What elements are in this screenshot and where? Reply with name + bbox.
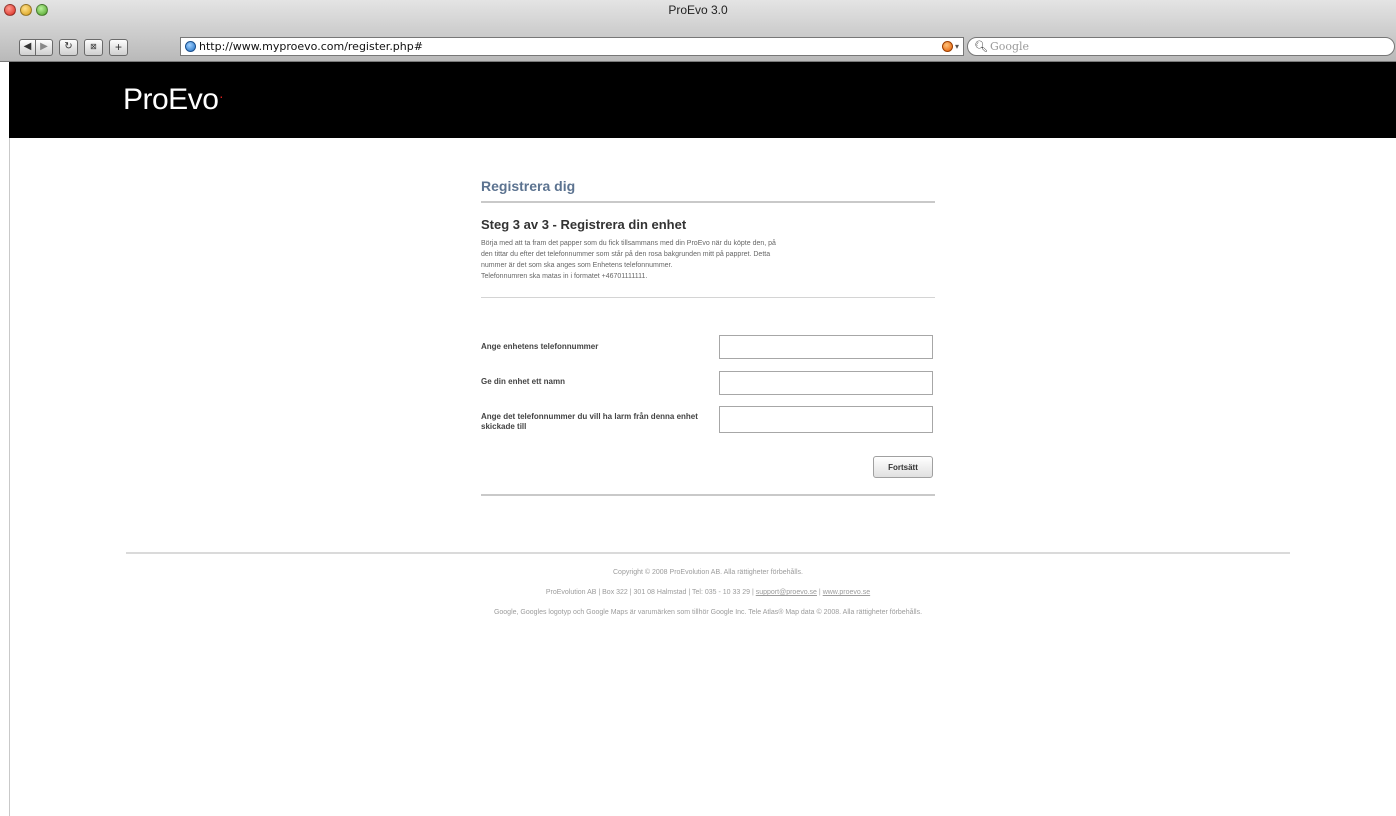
intro-line: Telefonnumren ska matas in i formatet +4… xyxy=(481,273,648,280)
back-arrow-icon: ◀ xyxy=(23,41,32,52)
reload-button[interactable]: ↻ xyxy=(59,38,78,56)
rss-feed-icon[interactable] xyxy=(941,41,953,52)
support-email-link[interactable]: support@proevo.se xyxy=(756,589,817,596)
divider xyxy=(481,494,935,496)
device-name-input[interactable] xyxy=(719,371,933,395)
copyright-text: Copyright © 2008 ProEvolution AB. Alla r… xyxy=(613,569,803,576)
snapback-icon: ⊠ xyxy=(90,42,97,51)
address-bar-actions: ▾ xyxy=(941,41,959,52)
maps-notice: Google, Googles logotyp och Google Maps … xyxy=(493,609,923,616)
intro-line: den tittar du efter det telefonnummer so… xyxy=(481,251,771,258)
browser-chrome: ProEvo 3.0 ◀ ▶ ↻ ⊠ + http://www.myproevo… xyxy=(0,0,1396,62)
intro-line: Börja med att ta fram det papper som du … xyxy=(481,240,776,247)
plus-icon: + xyxy=(114,40,122,54)
form-row-device-phone: Ange enhetens telefonnummer xyxy=(481,335,935,370)
logo-mark: . xyxy=(219,85,223,101)
alarm-phone-input[interactable] xyxy=(719,406,933,433)
forward-arrow-icon: ▶ xyxy=(40,41,48,52)
proevo-logo[interactable]: ProEvo. xyxy=(123,83,223,117)
site-header: ProEvo. xyxy=(9,62,1396,138)
dropdown-arrow-icon[interactable]: ▾ xyxy=(955,42,959,51)
step-title: Steg 3 av 3 - Registrera din enhet xyxy=(481,217,687,232)
footer: Copyright © 2008 ProEvolution AB. Alla r… xyxy=(0,563,1396,623)
alarm-phone-label: Ange det telefonnummer du vill ha larm f… xyxy=(481,412,698,431)
address-bar[interactable]: http://www.myproevo.com/register.php# ▾ xyxy=(180,37,964,56)
registration-panel: Registrera dig Steg 3 av 3 - Registrera … xyxy=(481,178,935,496)
url-text[interactable]: http://www.myproevo.com/register.php# xyxy=(199,40,423,53)
company-address: ProEvolution AB | Box 322 | 301 08 Halms… xyxy=(0,583,1396,603)
browser-toolbar: ◀ ▶ ↻ ⊠ + xyxy=(19,37,128,57)
logo-text: ProEvo xyxy=(123,83,219,116)
search-placeholder: Google xyxy=(989,40,1030,53)
magnifier-icon[interactable]: 🔍︎ xyxy=(974,40,988,53)
form-row-alarm-phone: Ange det telefonnummer du vill ha larm f… xyxy=(481,405,935,440)
device-phone-label: Ange enhetens telefonnummer xyxy=(481,342,599,351)
back-button[interactable]: ◀ xyxy=(19,38,36,56)
page-title: Registrera dig xyxy=(481,178,935,203)
device-name-label: Ge din enhet ett namn xyxy=(481,377,566,386)
website-link[interactable]: www.proevo.se xyxy=(823,589,870,596)
footer-separator: | xyxy=(818,589,821,596)
device-phone-input[interactable] xyxy=(719,335,933,359)
registration-form: Ange enhetens telefonnummer Ge din enhet… xyxy=(481,335,935,440)
intro-text: Börja med att ta fram det papper som du … xyxy=(481,238,935,282)
intro-line: nummer är det som ska anges som Enhetens… xyxy=(481,262,673,269)
address-text: ProEvolution AB | Box 322 | 301 08 Halms… xyxy=(545,589,754,596)
continue-button[interactable]: Fortsätt xyxy=(873,456,933,478)
add-bookmark-button[interactable]: + xyxy=(109,38,128,56)
divider xyxy=(481,297,935,298)
reload-icon: ↻ xyxy=(64,41,73,52)
form-row-device-name: Ge din enhet ett namn xyxy=(481,370,935,405)
search-field[interactable]: 🔍︎ Google xyxy=(967,37,1395,56)
footer-divider xyxy=(126,552,1290,554)
snapback-button[interactable]: ⊠ xyxy=(84,38,103,56)
forward-button[interactable]: ▶ xyxy=(36,38,53,56)
globe-icon xyxy=(185,41,196,52)
window-title: ProEvo 3.0 xyxy=(668,3,728,17)
